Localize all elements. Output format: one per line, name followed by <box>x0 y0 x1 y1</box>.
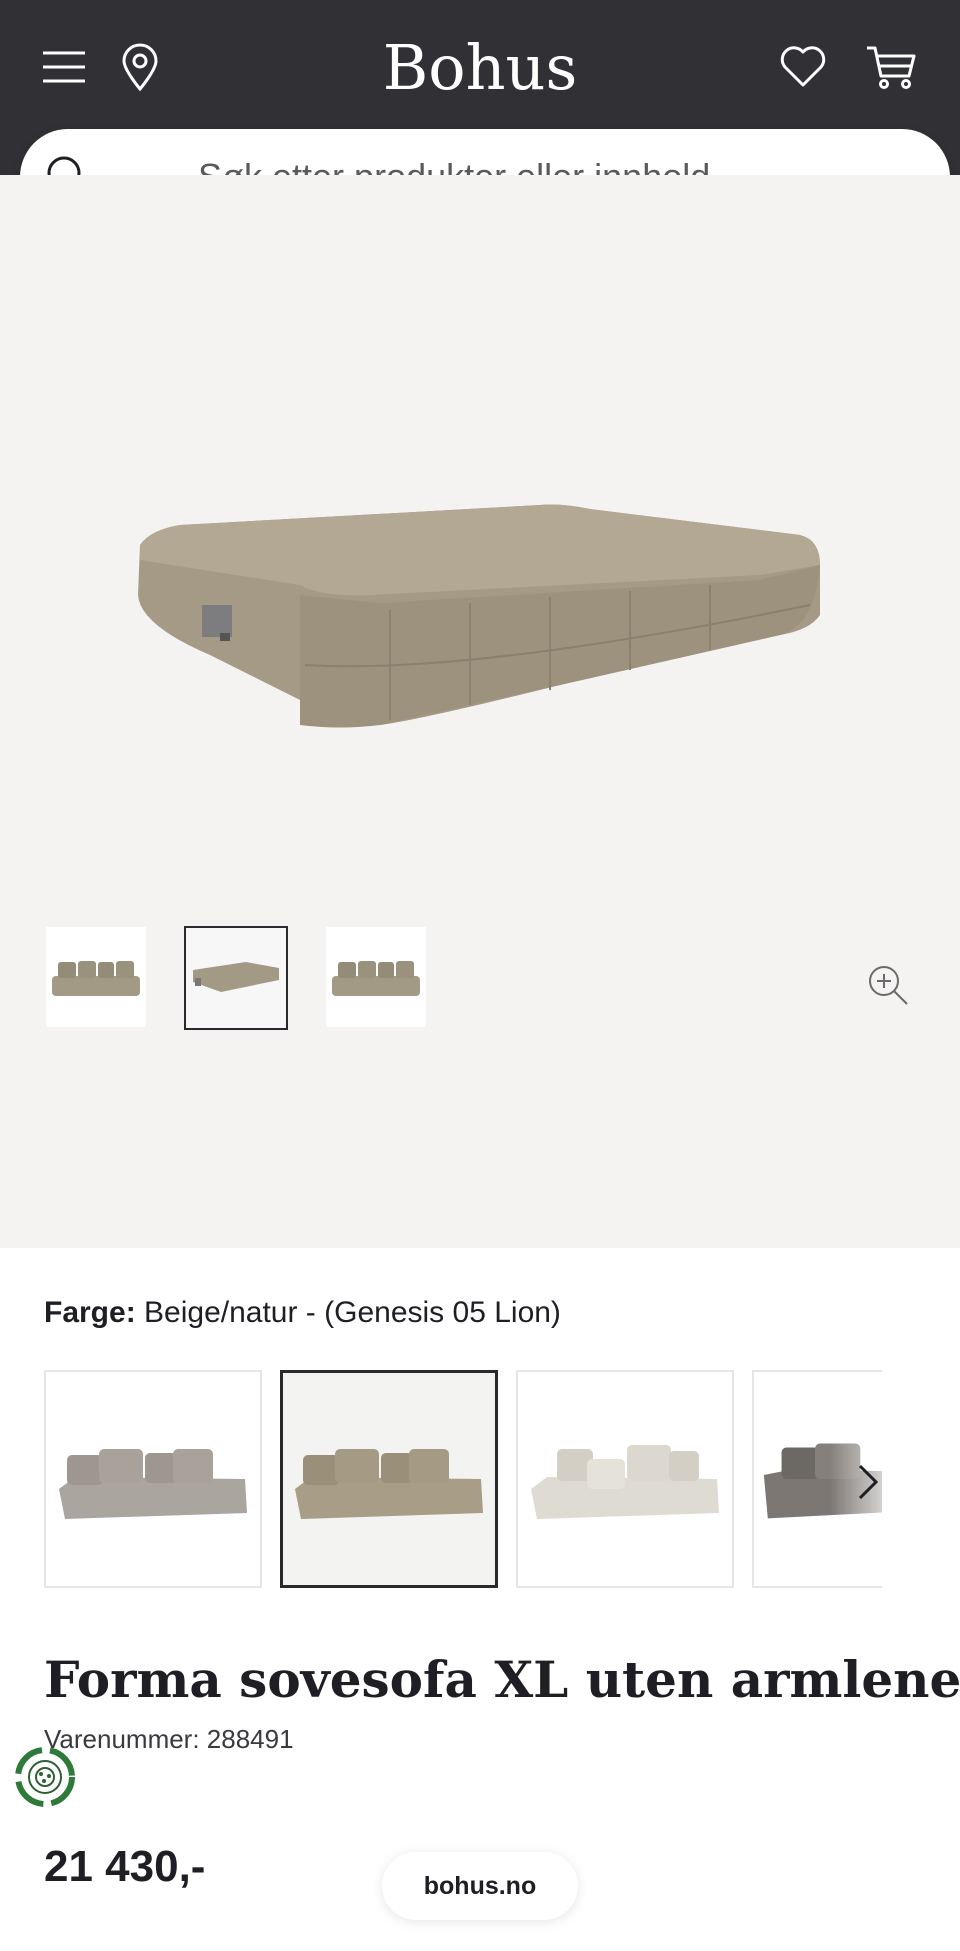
product-price: 21 430,- <box>44 1842 206 1891</box>
browser-domain-pill[interactable]: bohus.no <box>382 1852 578 1920</box>
sofa-cream-image <box>531 1445 719 1519</box>
product-title: Forma sovesofa XL uten armlene <box>44 1650 960 1709</box>
color-value: Beige/natur - (Genesis 05 Lion) <box>144 1296 561 1329</box>
store-locator-button[interactable] <box>112 38 168 96</box>
sustainability-badge-icon[interactable] <box>14 1746 76 1808</box>
cart-icon <box>867 46 916 89</box>
cart-button[interactable] <box>858 38 924 96</box>
carousel-fade <box>830 1372 960 1586</box>
brand-logo[interactable]: Bohus <box>330 28 630 108</box>
zoom-in-icon[interactable] <box>866 963 910 1007</box>
color-label: Farge: Beige/natur - (Genesis 05 Lion) <box>44 1296 561 1330</box>
sofa-grey-image <box>59 1449 247 1519</box>
chevron-right-icon[interactable] <box>852 1462 882 1502</box>
product-sku: Varenummer: 288491 <box>44 1724 294 1754</box>
sofa-thumbnail-image <box>332 961 420 996</box>
heart-icon <box>780 46 826 87</box>
color-swatch-beige-selected[interactable] <box>280 1370 498 1588</box>
sofa-beige-image <box>295 1449 483 1519</box>
gallery-thumbnail[interactable] <box>326 927 426 1027</box>
product-gallery <box>0 175 960 1248</box>
gallery-thumbnail-selected[interactable] <box>184 926 288 1030</box>
product-main-image[interactable] <box>120 485 840 745</box>
color-label-title: Farge: <box>44 1296 136 1329</box>
menu-icon <box>43 51 85 83</box>
gallery-thumbnail[interactable] <box>46 927 146 1027</box>
color-swatch-grey[interactable] <box>44 1370 262 1588</box>
sofa-thumbnail-image <box>52 961 140 996</box>
location-pin-icon <box>122 43 158 91</box>
color-swatch-cream[interactable] <box>516 1370 734 1588</box>
menu-button[interactable] <box>36 42 92 92</box>
favorites-button[interactable] <box>772 38 834 96</box>
sofa-bed-thumbnail-image <box>193 962 279 992</box>
